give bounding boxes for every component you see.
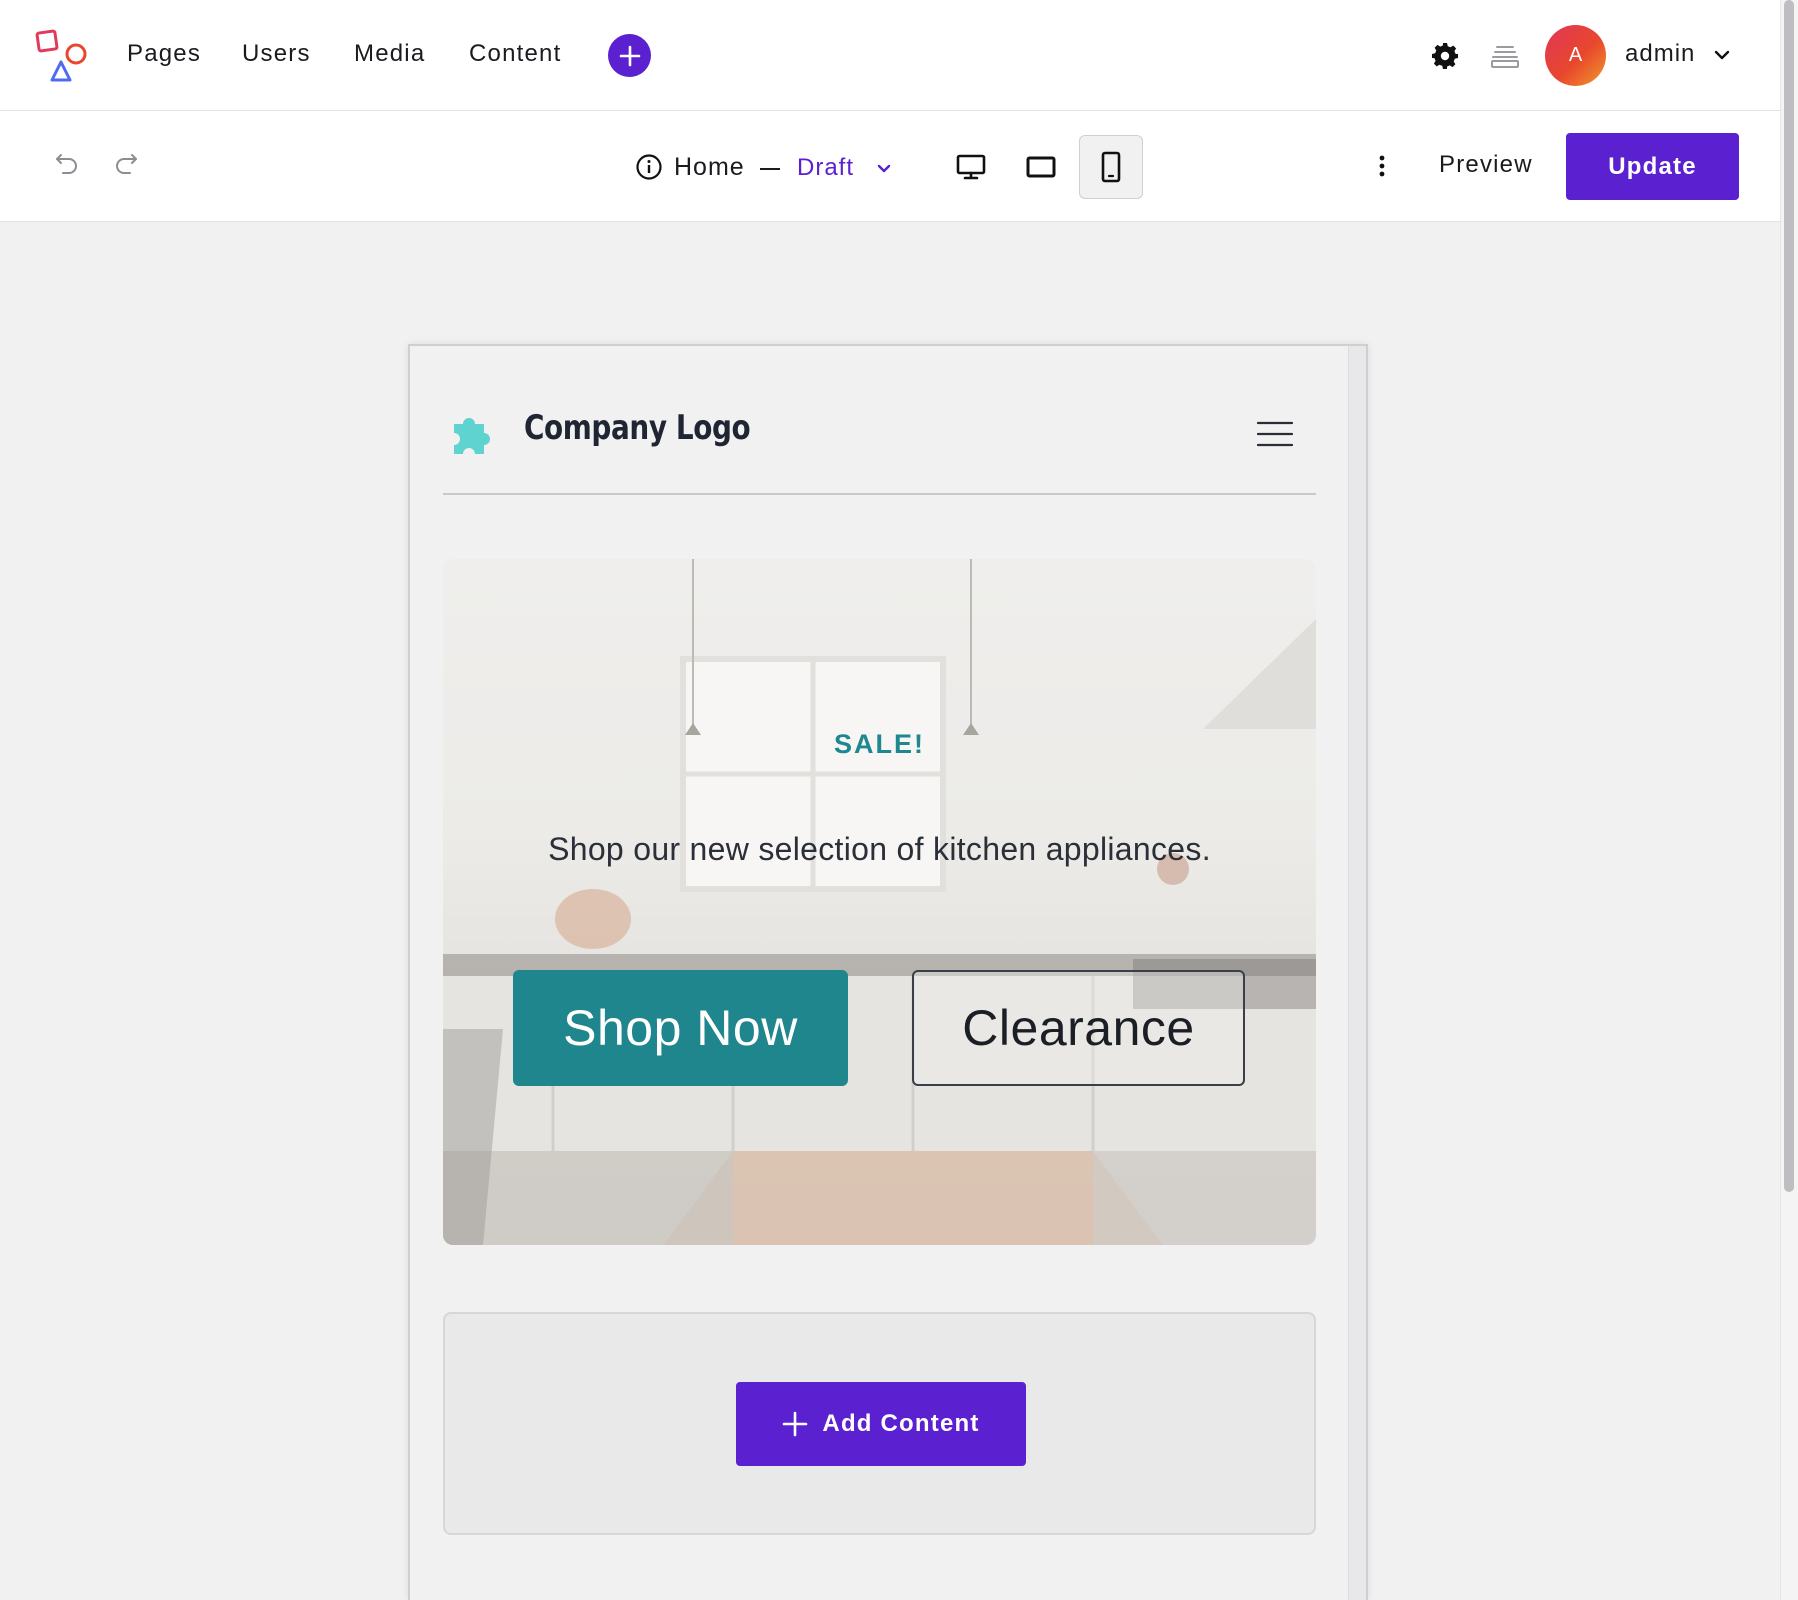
avatar-initial: A (1568, 44, 1583, 66)
clearance-button[interactable]: Clearance (912, 970, 1245, 1086)
puzzle-piece-icon (454, 418, 490, 454)
hero-eyebrow: SALE! (834, 729, 925, 759)
shop-now-button[interactable]: Shop Now (513, 970, 848, 1086)
user-menu-name[interactable]: admin (1625, 40, 1695, 68)
hamburger-menu-icon[interactable] (1256, 420, 1294, 448)
layers-icon[interactable] (1490, 43, 1520, 69)
update-button[interactable]: Update (1566, 133, 1739, 200)
add-content-button[interactable]: Add Content (736, 1382, 1026, 1466)
redo-icon[interactable] (111, 146, 141, 176)
add-content-dropzone[interactable]: Add Content (443, 1312, 1316, 1535)
undo-icon[interactable] (52, 146, 82, 176)
mobile-view-button[interactable] (1079, 135, 1143, 199)
editor-toolbar: Home Draft Preview Update (0, 111, 1780, 222)
tablet-landscape-icon (1026, 156, 1056, 178)
more-options-icon[interactable] (1370, 151, 1394, 181)
title-separator (760, 168, 780, 170)
current-page-name: Home (674, 153, 745, 181)
add-content-label: Add Content (822, 1410, 980, 1437)
chevron-down-icon[interactable] (1713, 48, 1731, 62)
page-scrollbar-thumb[interactable] (1784, 0, 1794, 1192)
site-logo-text[interactable]: Company Logo (524, 408, 751, 448)
add-new-button[interactable] (608, 34, 651, 77)
kitchen-background-image (443, 559, 1316, 1245)
nav-media-link[interactable]: Media (354, 38, 425, 70)
preview-scrollbar[interactable] (1348, 346, 1366, 1600)
page-info-icon[interactable] (635, 153, 663, 181)
mobile-preview-frame: Company Logo SALE! Shop our new selectio… (408, 344, 1368, 1600)
nav-content-link[interactable]: Content (469, 38, 561, 70)
plus-icon (783, 1411, 808, 1437)
desktop-view-button[interactable] (939, 135, 1003, 199)
hero-banner[interactable]: SALE! Shop our new selection of kitchen … (443, 559, 1316, 1245)
tablet-view-button[interactable] (1009, 135, 1073, 199)
plus-icon (619, 45, 640, 66)
settings-gear-icon[interactable] (1430, 41, 1460, 71)
preview-button[interactable]: Preview (1439, 151, 1533, 179)
top-navigation: Pages Users Media Content A admin (0, 0, 1780, 111)
user-avatar[interactable]: A (1545, 25, 1606, 86)
header-divider (443, 493, 1316, 495)
mobile-phone-icon (1101, 151, 1121, 183)
hero-description: Shop our new selection of kitchen applia… (548, 831, 1211, 867)
nav-users-link[interactable]: Users (242, 38, 311, 70)
app-logo-icon[interactable] (34, 28, 90, 84)
page-status-dropdown[interactable]: Draft (797, 154, 854, 182)
nav-pages-link[interactable]: Pages (127, 38, 201, 70)
chevron-down-icon[interactable] (876, 163, 892, 175)
desktop-icon (956, 154, 986, 180)
